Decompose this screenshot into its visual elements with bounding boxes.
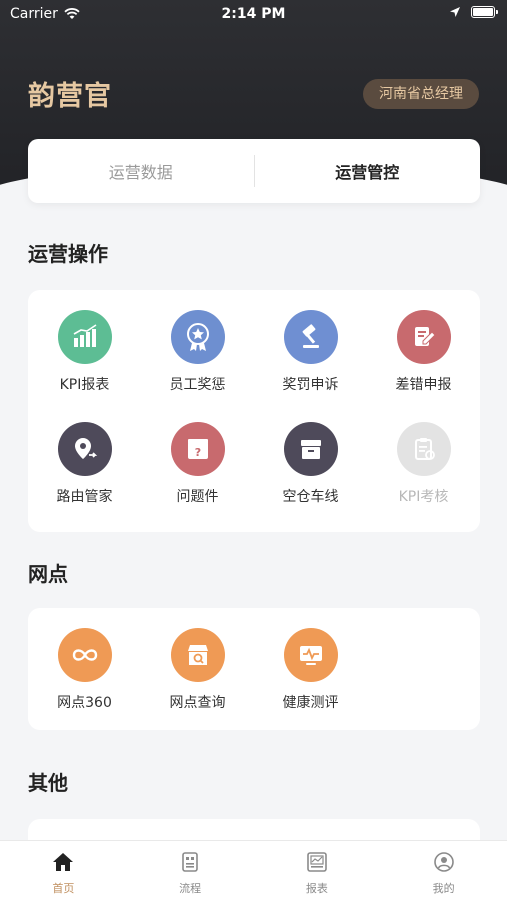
svg-text:?: ? (194, 446, 200, 459)
gavel-icon (283, 310, 338, 364)
grid-item-empty-truck-line[interactable]: 空仓车线 (254, 422, 367, 512)
battery-icon (471, 6, 498, 18)
grid-item-outlet-query[interactable]: 网点查询 (141, 628, 254, 718)
grid-item-label: 奖罚申诉 (282, 377, 339, 393)
grid-item-error-report[interactable]: 差错申报 (367, 310, 480, 400)
app-title: 韵营官 (28, 81, 112, 112)
tab-process[interactable]: 流程 (127, 841, 254, 900)
grid-item-appeal[interactable]: 奖罚申诉 (254, 310, 367, 400)
clipboard-icon (396, 422, 451, 476)
edit-doc-icon (396, 310, 451, 364)
location-pin-icon (57, 422, 112, 476)
profile-icon (433, 852, 454, 872)
grid-item-label: 问题件 (176, 489, 219, 505)
grid-item-label: 健康测评 (282, 695, 339, 711)
tab-operations-data[interactable]: 运营数据 (28, 159, 254, 183)
status-bar: Carrier 2:14 PM (0, 0, 507, 30)
grid-item-label: 网点360 (57, 695, 112, 711)
outlets-grid: 网点360 网点查询 健康测评 (28, 608, 480, 730)
tab-label: 流程 (179, 882, 202, 895)
grid-item-problem-parcel[interactable]: ? 问题件 (141, 422, 254, 512)
outlets-row-1: 网点360 网点查询 健康测评 (28, 628, 480, 718)
section-title-operations: 运营操作 (28, 242, 108, 266)
grid-item-route-manager[interactable]: 路由管家 (28, 422, 141, 512)
medal-icon (170, 310, 225, 364)
storefront-icon (170, 628, 225, 682)
archive-box-icon (283, 422, 338, 476)
header-background (0, 0, 507, 240)
bottom-tab-bar: 首页 流程 报表 我的 (0, 840, 507, 900)
tab-label: 首页 (52, 882, 75, 895)
grid-item-staff-rewards[interactable]: 员工奖惩 (141, 310, 254, 400)
tab-home[interactable]: 首页 (0, 841, 127, 900)
section-title-outlets: 网点 (28, 562, 68, 586)
grid-item-label: 网点查询 (169, 695, 226, 711)
infinity-icon (57, 628, 112, 682)
tab-label: 我的 (432, 882, 455, 895)
location-arrow-icon (450, 7, 460, 17)
grid-item-label: 空仓车线 (282, 489, 339, 505)
bar-chart-icon (57, 310, 112, 364)
tab-label: 报表 (305, 882, 328, 895)
operations-grid: KPI报表 员工奖惩 奖罚申诉 差错申报 路由管家 ? 问题件 空仓车线 KPI… (28, 290, 480, 532)
role-badge[interactable]: 河南省总经理 (363, 79, 479, 109)
grid-item-label: 员工奖惩 (169, 377, 226, 393)
tab-report[interactable]: 报表 (254, 841, 381, 900)
grid-item-health-assessment[interactable]: 健康测评 (254, 628, 367, 718)
section-title-other: 其他 (28, 771, 68, 795)
operations-row-1: KPI报表 员工奖惩 奖罚申诉 差错申报 (28, 310, 480, 400)
status-time: 2:14 PM (221, 6, 286, 22)
grid-item-label: KPI考核 (398, 489, 449, 505)
grid-item-kpi-assessment[interactable]: KPI考核 (367, 422, 480, 512)
segment-control: 运营数据 运营管控 (28, 139, 480, 203)
grid-item-label: 路由管家 (56, 489, 113, 505)
grid-item-kpi-report[interactable]: KPI报表 (28, 310, 141, 400)
question-box-icon: ? (170, 422, 225, 476)
grid-item-outlet-360[interactable]: 网点360 (28, 628, 141, 718)
tab-profile[interactable]: 我的 (380, 841, 507, 900)
status-right (449, 6, 498, 18)
tab-operations-control[interactable]: 运营管控 (255, 159, 481, 183)
home-icon (53, 853, 74, 871)
operations-row-2: 路由管家 ? 问题件 空仓车线 KPI考核 (28, 422, 480, 512)
monitor-pulse-icon (283, 628, 338, 682)
grid-item-label: KPI报表 (59, 377, 110, 393)
report-icon (307, 852, 327, 872)
grid-item-label: 差错申报 (395, 377, 452, 393)
process-icon (182, 852, 198, 872)
